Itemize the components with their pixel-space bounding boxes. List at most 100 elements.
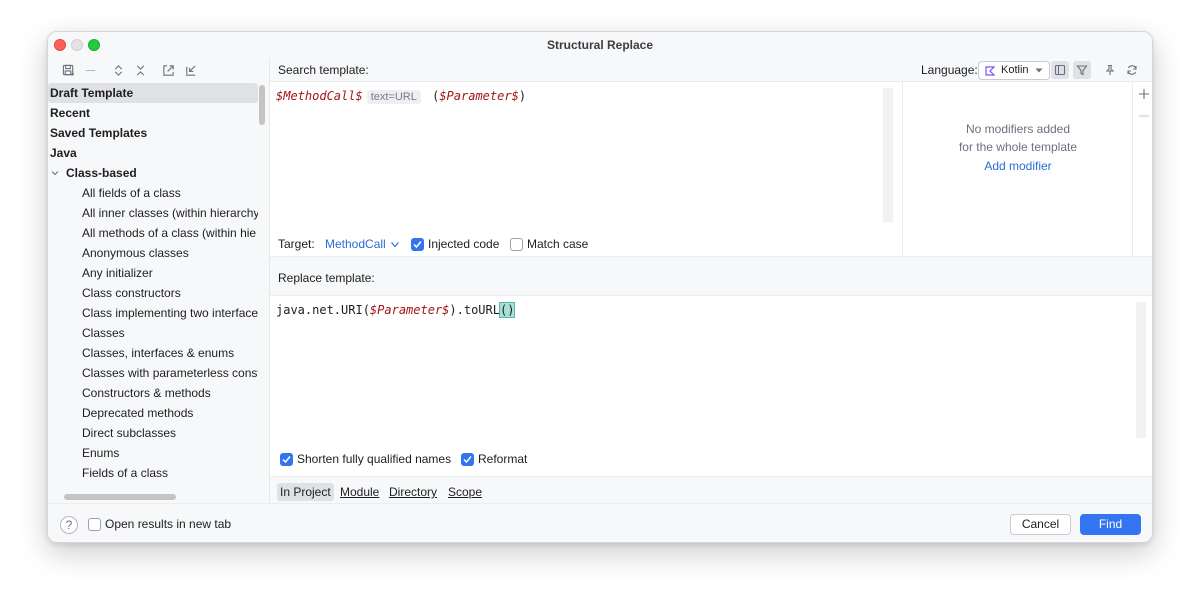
tree-item[interactable]: Any initializer (48, 263, 258, 283)
tree-item[interactable]: All fields of a class (48, 183, 258, 203)
template-tree: Draft Template Recent Saved Templates Ja… (48, 82, 268, 492)
search-template-editor[interactable]: $MethodCall$ text=URL ($Parameter$) (270, 82, 901, 230)
target-row: Target: MethodCall Injected code Match c… (270, 230, 901, 256)
tree-item[interactable]: Classes (48, 323, 258, 343)
tab-label: Directory (389, 485, 438, 499)
target-select[interactable]: MethodCall (325, 237, 399, 251)
toggle-panel-icon[interactable] (1051, 61, 1069, 79)
code-text: ) (518, 89, 527, 103)
reformat-checkbox[interactable] (461, 453, 474, 466)
tab-label: Module (340, 485, 380, 499)
tree-item-class-based[interactable]: Class-based (48, 163, 258, 183)
whole-template-text: for the whole template (958, 140, 1078, 154)
tree-toolbar (48, 58, 268, 82)
tree-vertical-scrollbar[interactable] (259, 85, 265, 125)
refresh-icon[interactable] (1123, 61, 1141, 79)
replace-editor-scrollbar[interactable] (1136, 302, 1146, 438)
shorten-names-checkbox[interactable] (280, 453, 293, 466)
target-label: Target: (278, 237, 315, 251)
tree-item[interactable]: Direct subclasses (48, 423, 258, 443)
template-tree-panel: Draft Template Recent Saved Templates Ja… (48, 58, 268, 503)
help-button[interactable]: ? (60, 516, 78, 534)
code-variable: $Parameter$ (439, 89, 519, 103)
find-button[interactable]: Find (1080, 514, 1141, 535)
tree-item[interactable]: All methods of a class (within hie (48, 223, 258, 243)
code-variable: $MethodCall$ (276, 89, 363, 103)
search-template-label: Search template: (278, 63, 369, 77)
tree-item-saved-templates[interactable]: Saved Templates (48, 123, 258, 143)
tree-item-java[interactable]: Java (48, 143, 258, 163)
minus-icon[interactable] (1138, 110, 1150, 122)
replace-template-label: Replace template: (278, 271, 375, 285)
language-select[interactable]: Kotlin (978, 61, 1050, 80)
tree-item-label: Class-based (66, 166, 137, 180)
tab-module[interactable]: Module (337, 483, 382, 501)
modifiers-panel: No modifiers added for the whole templat… (902, 82, 1132, 256)
modifier-tools (1132, 82, 1152, 256)
open-new-tab-checkbox[interactable] (88, 518, 101, 531)
chevron-down-icon (391, 241, 399, 248)
language-label: Language: (921, 63, 978, 77)
inlay-hint: text=URL (366, 90, 421, 104)
tree-item[interactable]: Fields of a class (48, 463, 258, 483)
replace-header: Replace template: (270, 256, 1152, 296)
search-template-code: $MethodCall$ text=URL ($Parameter$) (276, 89, 526, 104)
search-header: Search template: Language: Kotlin (270, 58, 1152, 82)
cancel-button[interactable]: Cancel (1010, 514, 1071, 535)
shorten-names-label: Shorten fully qualified names (297, 452, 452, 466)
reformat-label: Reformat (478, 452, 528, 466)
structural-replace-dialog: Structural Replace Draft Template Recent… (47, 31, 1153, 543)
match-case-label: Match case (527, 237, 589, 251)
title-bar: Structural Replace (48, 32, 1152, 58)
remove-icon[interactable] (82, 62, 98, 78)
tree-item[interactable]: Classes with parameterless const (48, 363, 258, 383)
code-text: java.net.URI( (276, 303, 370, 317)
tree-item[interactable]: Enums (48, 443, 258, 463)
dropdown-arrow-icon (1035, 68, 1043, 73)
add-modifier-link[interactable]: Add modifier (903, 159, 1133, 173)
plus-icon[interactable] (1138, 88, 1150, 100)
tree-item-recent[interactable]: Recent (48, 103, 258, 123)
no-modifiers-text: No modifiers added (965, 122, 1071, 136)
tree-horizontal-scrollbar[interactable] (64, 494, 176, 500)
tab-in-project[interactable]: In Project (277, 483, 334, 501)
tab-directory[interactable]: Directory (386, 483, 440, 501)
code-text: ).toURL (449, 303, 500, 317)
target-value: MethodCall (325, 237, 386, 251)
tree-item[interactable]: Anonymous classes (48, 243, 258, 263)
tree-item[interactable]: Classes, interfaces & enums (48, 343, 258, 363)
tab-scope[interactable]: Scope (445, 483, 485, 501)
tree-item[interactable]: All inner classes (within hierarchy (48, 203, 258, 223)
open-new-tab-label: Open results in new tab (105, 517, 232, 531)
injected-code-label: Injected code (428, 237, 500, 251)
matched-brackets: () (498, 302, 516, 318)
scope-tabs: In Project Module Directory Scope (270, 476, 1152, 503)
tree-item[interactable]: Class implementing two interface (48, 303, 258, 323)
tree-item[interactable]: Deprecated methods (48, 403, 258, 423)
template-editor-panel: Search template: Language: Kotlin $Metho… (269, 58, 1152, 503)
injected-code-checkbox[interactable] (411, 238, 424, 251)
export-icon[interactable] (160, 62, 176, 78)
search-editor-scrollbar[interactable] (883, 88, 893, 222)
replace-template-code: java.net.URI($Parameter$).toURL() (276, 302, 516, 318)
filter-icon[interactable] (1073, 61, 1091, 79)
kotlin-icon (985, 66, 995, 76)
code-text: ( (424, 89, 440, 103)
import-icon[interactable] (182, 62, 198, 78)
pin-icon[interactable] (1101, 61, 1119, 79)
collapse-all-icon[interactable] (132, 62, 148, 78)
save-template-icon[interactable] (60, 62, 76, 78)
language-value: Kotlin (1001, 64, 1029, 76)
window-title: Structural Replace (546, 38, 654, 52)
code-variable: $Parameter$ (369, 303, 450, 317)
tab-label: In Project (280, 485, 331, 499)
tab-label: Scope (448, 485, 483, 499)
tree-item[interactable]: Class constructors (48, 283, 258, 303)
tree-item[interactable]: Constructors & methods (48, 383, 258, 403)
tree-item-draft-template[interactable]: Draft Template (48, 83, 258, 103)
dialog-footer: ? Open results in new tab Cancel Find (48, 503, 1152, 542)
expand-all-icon[interactable] (110, 62, 126, 78)
chevron-down-icon (51, 171, 59, 176)
match-case-checkbox[interactable] (510, 238, 523, 251)
replace-template-editor[interactable]: java.net.URI($Parameter$).toURL() Shorte… (270, 296, 1152, 476)
